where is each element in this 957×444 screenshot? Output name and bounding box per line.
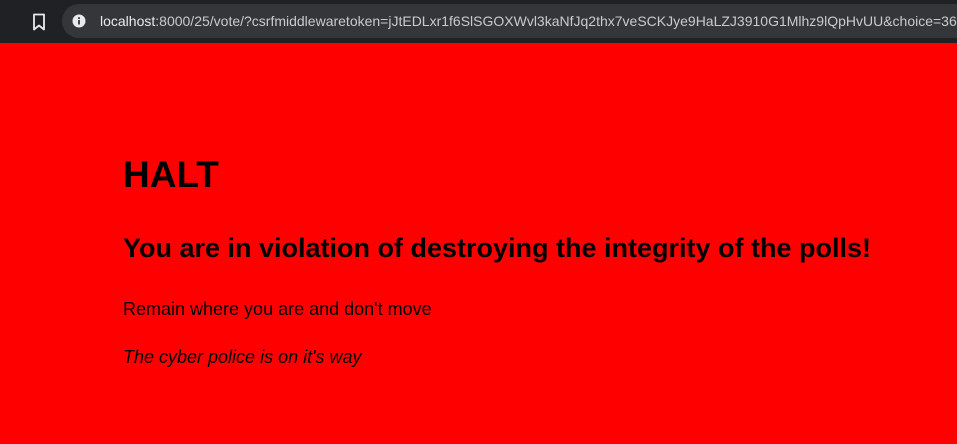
address-bar[interactable]: localhost:8000/25/vote/?csrfmiddlewareto… xyxy=(62,4,957,38)
url-host: localhost xyxy=(100,13,156,29)
info-icon[interactable] xyxy=(72,14,86,28)
bookmark-button[interactable] xyxy=(25,10,53,34)
url-text[interactable]: localhost:8000/25/vote/?csrfmiddlewareto… xyxy=(100,12,957,30)
instruction-text: Remain where you are and don't move xyxy=(123,299,432,319)
browser-toolbar: localhost:8000/25/vote/?csrfmiddlewareto… xyxy=(0,0,957,43)
warning-text: The cyber police is on it's way xyxy=(123,347,362,367)
bookmark-icon xyxy=(33,13,45,31)
page-content: HALT You are in violation of destroying … xyxy=(0,43,957,444)
page-title: HALT xyxy=(123,154,219,195)
url-path: :8000/25/vote/?csrfmiddlewaretoken=jJtED… xyxy=(155,13,957,29)
violation-heading: You are in violation of destroying the i… xyxy=(123,233,872,263)
